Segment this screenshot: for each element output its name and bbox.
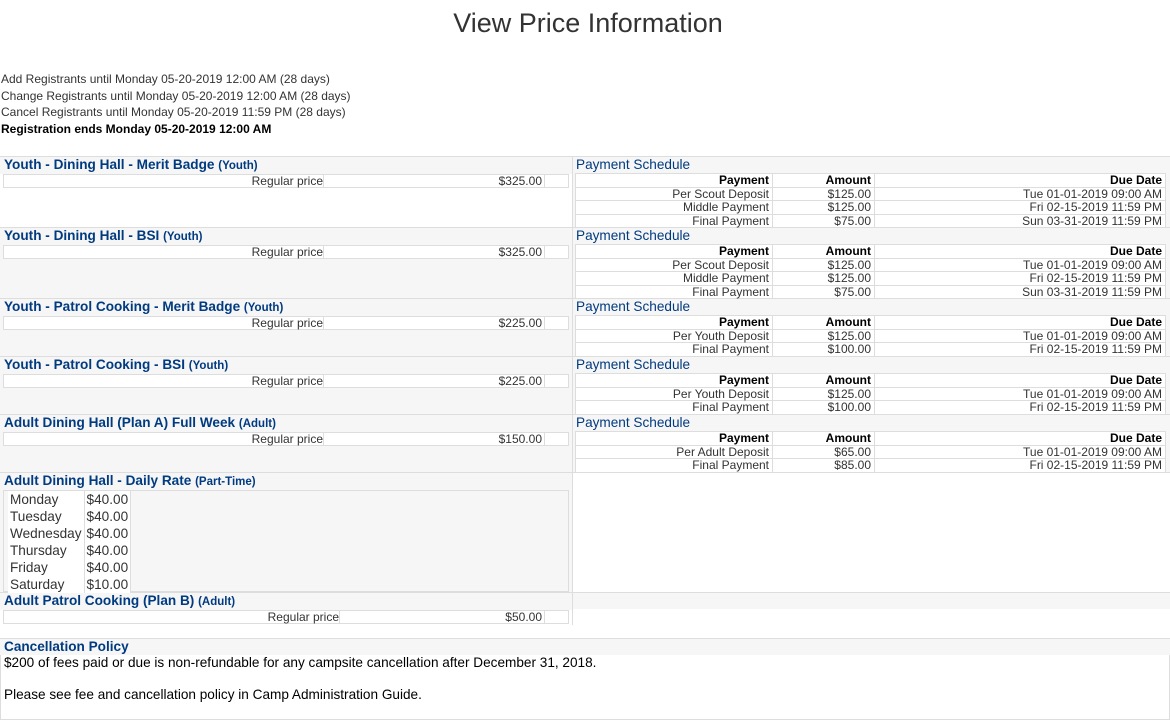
payment-schedule-title: Payment Schedule [576, 228, 691, 243]
price-item-kind: (Youth) [163, 231, 203, 243]
price-item: Adult Dining Hall (Plan A) Full Week (Ad… [0, 414, 1170, 473]
regular-price-row: Regular price $325.00 [3, 245, 569, 259]
price-list: Youth - Dining Hall - Merit Badge (Youth… [0, 156, 1170, 625]
price-item-daily: Adult Dining Hall - Daily Rate (Part-Tim… [0, 472, 1170, 593]
table-row: Per Scout Deposit $125.00 Tue 01-01-2019 0… [575, 257, 1166, 272]
price-item-name: Adult Dining Hall (Plan A) Full Week [4, 415, 236, 430]
payment-schedule-table: Payment Amount Due Date Per Scout Deposit $… [575, 244, 1166, 299]
table-row: Tuesday $40.00 [8, 508, 132, 525]
regular-price-value: $225.00 [324, 317, 545, 329]
payment-schedule-table: Payment Amount Due Date Per Youth Deposit $… [575, 373, 1166, 415]
payment-schedule-title: Payment Schedule [576, 357, 691, 372]
regular-price-label: Regular price [4, 317, 324, 329]
payment-schedule-title: Payment Schedule [576, 299, 691, 314]
payment-schedule-table: Payment Amount Due Date Per Scout Deposit $… [575, 173, 1166, 228]
regular-price-row: Regular price $150.00 [3, 432, 569, 446]
payment-schedule-title: Payment Schedule [576, 157, 691, 172]
regular-price-label: Regular price [4, 175, 324, 187]
regular-price-label: Regular price [4, 375, 324, 387]
price-item-name: Youth - Patrol Cooking - BSI [4, 357, 185, 372]
table-row: Per Youth Deposit $125.00 Tue 01-01-2019 0… [575, 328, 1166, 343]
price-item: Youth - Dining Hall - BSI (Youth) Regula… [0, 227, 1170, 299]
price-item: Youth - Patrol Cooking - BSI (Youth) Reg… [0, 356, 1170, 415]
table-row: Monday $40.00 [8, 491, 132, 508]
regular-price-row: Regular price $225.00 [3, 374, 569, 388]
price-item-kind: (Youth) [188, 360, 229, 372]
table-row: Final Payment $100.00 Fri 02-15-2019 11:59… [575, 342, 1166, 357]
price-item-name: Youth - Dining Hall - Merit Badge [4, 157, 215, 172]
cancellation-policy-title: Cancellation Policy [0, 638, 1170, 655]
table-row: Final Payment $100.00 Fri 02-15-2019 11:59… [575, 400, 1166, 415]
regular-price-row: Regular price $325.00 [3, 174, 569, 188]
table-row: Final Payment $75.00 Sun 03-31-2019 11:59 … [575, 284, 1166, 299]
regular-price-label: Regular price [4, 433, 324, 445]
regular-price-value: $50.00 [340, 611, 545, 623]
table-row: Final Payment $85.00 Fri 02-15-2019 11:59 … [575, 458, 1166, 473]
table-row: Wednesday $40.00 [8, 525, 132, 542]
payment-schedule-table: Payment Amount Due Date Per Adult Deposit $… [575, 431, 1166, 473]
cancellation-policy-text: $200 of fees paid or due is non-refundab… [4, 655, 597, 670]
add-registrants-text: Add Registrants until Monday 05-20-2019 … [1, 72, 330, 86]
registration-ends-text: Registration ends Monday 05-20-2019 12:0… [1, 121, 272, 136]
price-item-name: Youth - Patrol Cooking - Merit Badge [4, 299, 241, 314]
price-item-kind: (Adult) [238, 418, 276, 430]
cancel-registrants-text: Cancel Registrants until Monday 05-20-20… [1, 105, 346, 119]
price-item-name: Adult Dining Hall - Daily Rate [4, 473, 192, 488]
price-item-kind: (Adult) [198, 596, 236, 608]
table-row: Final Payment $75.00 Sun 03-31-2019 11:59 … [575, 213, 1166, 228]
page-title: View Price Information [453, 8, 723, 38]
regular-price-value: $325.00 [324, 246, 545, 258]
regular-price-row: Regular price $50.00 [3, 610, 569, 624]
price-item: Youth - Dining Hall - Merit Badge (Youth… [0, 156, 1170, 228]
price-item-kind: (Youth) [243, 302, 284, 314]
price-item: Youth - Patrol Cooking - Merit Badge (Yo… [0, 298, 1170, 357]
regular-price-row: Regular price $225.00 [3, 316, 569, 330]
regular-price-value: $225.00 [324, 375, 545, 387]
table-row: Friday $40.00 [8, 559, 132, 576]
regular-price-value: $150.00 [324, 433, 545, 445]
regular-price-value: $325.00 [324, 175, 545, 187]
price-item: Adult Patrol Cooking (Plan B) (Adult) Re… [0, 592, 1170, 625]
change-registrants-text: Change Registrants until Monday 05-20-20… [1, 88, 351, 103]
table-row: Middle Payment $125.00 Fri 02-15-2019 11:5… [575, 271, 1166, 286]
table-row: Per Scout Deposit $125.00 Tue 01-01-2019 0… [575, 186, 1166, 201]
table-row: Middle Payment $125.00 Fri 02-15-2019 11:5… [575, 200, 1166, 215]
daily-rate-table: Monday $40.00 Tuesday $40.00 Wednesday $40.… [3, 490, 569, 593]
table-row: Thursday $40.00 [8, 542, 132, 559]
regular-price-label: Regular price [4, 246, 324, 258]
cancellation-policy: Cancellation Policy $200 of fees paid or… [0, 638, 1170, 720]
regular-price-label: Regular price [4, 611, 340, 623]
payment-schedule-title: Payment Schedule [576, 415, 691, 430]
price-item-name: Youth - Dining Hall - BSI [4, 228, 160, 243]
table-row: Per Adult Deposit $65.00 Tue 01-01-2019 09… [575, 444, 1166, 459]
table-row: Saturday $10.00 [8, 576, 132, 593]
payment-schedule-table: Payment Amount Due Date Per Youth Deposit $… [575, 315, 1166, 357]
registration-dates: Add Registrants until Monday 05-20-2019 … [1, 71, 351, 137]
price-item-name: Adult Patrol Cooking (Plan B) [4, 593, 195, 608]
cancellation-guide-text: Please see fee and cancellation policy i… [4, 687, 422, 702]
price-item-kind: (Youth) [218, 160, 258, 172]
price-item-kind: (Part-Time) [195, 476, 256, 488]
table-row: Per Youth Deposit $125.00 Tue 01-01-2019 0… [575, 386, 1166, 401]
